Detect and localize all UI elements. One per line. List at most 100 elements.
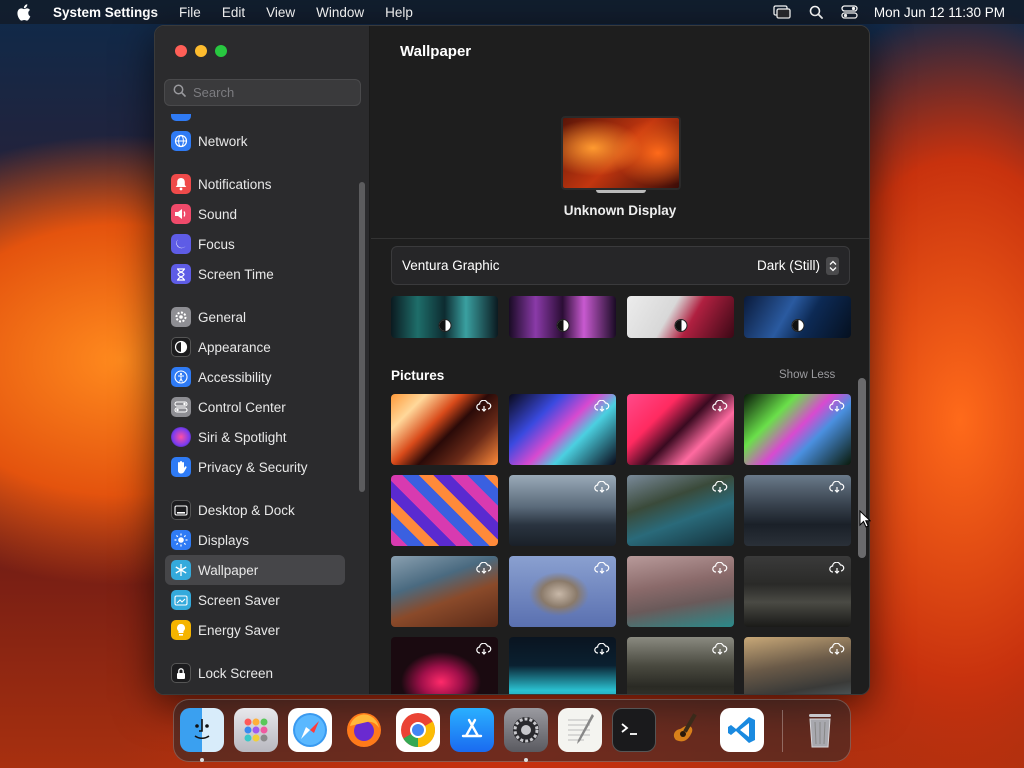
sidebar-item-displays[interactable]: Displays [165, 525, 345, 555]
trash-icon[interactable] [798, 708, 842, 752]
vscode-icon[interactable] [720, 708, 764, 752]
sidebar-item-label: General [198, 309, 247, 325]
sidebar-item-wallpaper[interactable]: Wallpaper [165, 555, 345, 585]
display-name: Unknown Display [563, 203, 677, 218]
dock [173, 699, 851, 762]
sidebar-item-notifications[interactable]: Notifications [165, 169, 345, 199]
running-indicator [200, 758, 204, 762]
download-cloud-icon [829, 480, 845, 498]
download-cloud-icon [594, 399, 610, 417]
wallpaper-thumb[interactable] [391, 475, 498, 546]
chrome-icon[interactable] [396, 708, 440, 752]
menu-edit[interactable]: Edit [222, 5, 245, 20]
screen-mirroring-icon[interactable] [773, 5, 791, 19]
sidebar-item-accessibility[interactable]: Accessibility [165, 362, 345, 392]
garageband-icon[interactable] [666, 708, 710, 752]
sidebar-list: Network Notifications Sound Focus Screen… [155, 114, 370, 694]
wallpaper-gallery [371, 296, 855, 694]
hand-icon [171, 457, 191, 477]
wallpaper-selector: Ventura Graphic Dark (Still) [391, 246, 850, 285]
sidebar-item-focus[interactable]: Focus [165, 229, 345, 259]
dynamic-mode-icon [438, 319, 451, 332]
wallpaper-thumb[interactable] [744, 475, 851, 546]
wallpaper-thumb[interactable] [509, 296, 616, 338]
wallpaper-thumb[interactable] [509, 637, 616, 694]
menu-help[interactable]: Help [385, 5, 413, 20]
finder-icon[interactable] [180, 708, 224, 752]
sidebar-item-screen-saver[interactable]: Screen Saver [165, 585, 345, 615]
wallpaper-thumb[interactable] [509, 475, 616, 546]
hourglass-icon [171, 264, 191, 284]
menu-bar-clock[interactable]: Mon Jun 12 11:30 PM [874, 5, 1005, 20]
wallpaper-thumb[interactable] [627, 475, 734, 546]
wallpaper-thumb[interactable] [391, 296, 498, 338]
sidebar-item-lock-screen[interactable]: Lock Screen [165, 658, 345, 688]
minimize-button[interactable] [195, 45, 207, 57]
terminal-icon[interactable] [612, 708, 656, 752]
safari-icon[interactable] [288, 708, 332, 752]
control-center-icon[interactable] [841, 5, 858, 19]
app-menu[interactable]: System Settings [53, 5, 158, 20]
sidebar-item-label: Siri & Spotlight [198, 429, 287, 445]
pictures-section-header: Pictures [391, 368, 445, 383]
wallpaper-thumb[interactable] [391, 394, 498, 465]
sidebar-item-appearance[interactable]: Appearance [165, 332, 345, 362]
wallpaper-thumb[interactable] [509, 394, 616, 465]
globe-icon [171, 131, 191, 151]
wallpaper-thumb[interactable] [744, 556, 851, 627]
wallpaper-thumb[interactable] [509, 556, 616, 627]
wallpaper-thumb[interactable] [627, 556, 734, 627]
download-cloud-icon [829, 561, 845, 579]
sidebar-scrollbar[interactable] [359, 182, 365, 492]
sidebar-item-partial[interactable] [165, 114, 345, 126]
accessibility-icon [171, 367, 191, 387]
menu-bar: System Settings File Edit View Window He… [0, 0, 1024, 24]
sidebar-item-general[interactable]: General [165, 302, 345, 332]
wallpaper-thumb[interactable] [627, 637, 734, 694]
spotlight-search-icon[interactable] [809, 5, 823, 19]
firefox-icon[interactable] [342, 708, 386, 752]
wallpaper-thumb[interactable] [391, 556, 498, 627]
sidebar-item-screen-time[interactable]: Screen Time [165, 259, 345, 289]
launchpad-icon[interactable] [234, 708, 278, 752]
sidebar-item-desktop-dock[interactable]: Desktop & Dock [165, 495, 345, 525]
page-title: Wallpaper [400, 43, 472, 60]
menu-window[interactable]: Window [316, 5, 364, 20]
gear-icon [171, 307, 191, 327]
wallpaper-preview-image [563, 118, 679, 188]
wallpaper-thumb[interactable] [744, 637, 851, 694]
sidebar-item-label: Privacy & Security [198, 459, 308, 475]
sidebar-item-sound[interactable]: Sound [165, 199, 345, 229]
system-settings-icon[interactable] [504, 708, 548, 752]
wallpaper-thumb[interactable] [744, 296, 851, 338]
wallpaper-thumb[interactable] [744, 394, 851, 465]
sidebar-item-privacy-security[interactable]: Privacy & Security [165, 452, 345, 482]
show-less-button[interactable]: Show Less [779, 369, 835, 381]
download-cloud-icon [594, 480, 610, 498]
download-cloud-icon [594, 561, 610, 579]
sidebar-item-control-center[interactable]: Control Center [165, 392, 345, 422]
download-cloud-icon [829, 642, 845, 660]
mouse-pointer-icon [859, 509, 872, 533]
sidebar-item-siri-spotlight[interactable]: Siri & Spotlight [165, 422, 345, 452]
apple-menu-icon[interactable] [16, 3, 38, 21]
wallpaper-thumb[interactable] [391, 637, 498, 694]
sidebar-item-network[interactable]: Network [165, 126, 345, 156]
app-store-icon[interactable] [450, 708, 494, 752]
sidebar-item-label: Accessibility [198, 369, 272, 385]
sidebar-item-energy-saver[interactable]: Energy Saver [165, 615, 345, 645]
wallpaper-thumb[interactable] [627, 394, 734, 465]
menu-view[interactable]: View [266, 5, 295, 20]
close-button[interactable] [175, 45, 187, 57]
menu-file[interactable]: File [179, 5, 201, 20]
download-cloud-icon [476, 561, 492, 579]
wallpaper-thumb[interactable] [627, 296, 734, 338]
textedit-icon[interactable] [558, 708, 602, 752]
sidebar-item-label: Lock Screen [198, 665, 274, 681]
dock-separator [782, 710, 783, 752]
download-cloud-icon [829, 399, 845, 417]
appearance-style-popup[interactable]: Dark (Still) [757, 256, 839, 275]
search-field[interactable] [164, 79, 361, 106]
zoom-button[interactable] [215, 45, 227, 57]
search-input[interactable] [193, 85, 353, 100]
